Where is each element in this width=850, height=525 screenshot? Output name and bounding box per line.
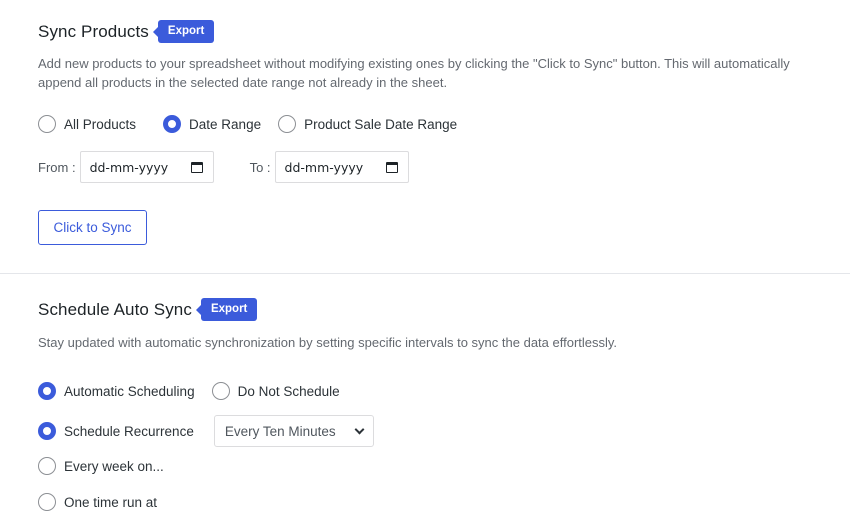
radio-button[interactable] <box>38 493 56 511</box>
radio-button[interactable] <box>38 457 56 475</box>
radio-automatic-scheduling[interactable]: Automatic Scheduling <box>38 382 195 400</box>
radio-product-sale-date-range[interactable]: Product Sale Date Range <box>278 115 457 133</box>
radio-label: One time run at <box>64 494 158 510</box>
every-week-row: Every week on... <box>38 457 181 475</box>
schedule-auto-sync-section: Schedule Auto Sync Export Stay updated w… <box>0 274 850 525</box>
date-placeholder: dd-mm-yyyy <box>284 159 364 175</box>
radio-label: Date Range <box>189 116 262 132</box>
to-label: To : <box>249 159 271 175</box>
date-range-row: From : dd-mm-yyyy To : dd-mm-yyyy <box>38 151 409 183</box>
product-scope-radio-group: All Products Date Range Product Sale Dat… <box>38 115 474 133</box>
chevron-down-icon <box>354 424 365 434</box>
radio-label: Do Not Schedule <box>237 383 340 399</box>
radio-one-time-run-at[interactable]: One time run at <box>38 493 157 511</box>
recurrence-select-value: Every Ten Minutes <box>224 423 336 439</box>
schedule-mode-radio-group: Automatic Scheduling Do Not Schedule <box>38 382 357 400</box>
radio-button[interactable] <box>211 382 230 400</box>
sync-products-header: Sync Products Export <box>38 20 215 43</box>
from-date-input[interactable]: dd-mm-yyyy <box>79 151 214 183</box>
radio-label: Schedule Recurrence <box>64 423 194 439</box>
schedule-recurrence-row: Schedule Recurrence Every Ten Minutes <box>38 415 374 447</box>
to-date-group: To : dd-mm-yyyy <box>250 151 409 183</box>
radio-label: Automatic Scheduling <box>64 383 195 399</box>
section-title: Sync Products <box>38 21 149 41</box>
schedule-auto-sync-header: Schedule Auto Sync Export <box>38 298 258 321</box>
to-date-input[interactable]: dd-mm-yyyy <box>274 151 409 183</box>
radio-do-not-schedule[interactable]: Do Not Schedule <box>211 382 340 400</box>
radio-label: All Products <box>64 116 137 132</box>
radio-label: Product Sale Date Range <box>304 116 458 132</box>
radio-label: Every week on... <box>64 458 164 474</box>
sync-products-section: Sync Products Export Add new products to… <box>0 0 850 273</box>
radio-date-range[interactable]: Date Range <box>163 115 261 133</box>
radio-all-products[interactable]: All Products <box>38 115 136 133</box>
from-label: From : <box>38 159 76 175</box>
date-placeholder: dd-mm-yyyy <box>89 159 169 175</box>
export-badge: Export <box>152 20 215 43</box>
radio-button[interactable] <box>38 422 56 440</box>
radio-button[interactable] <box>278 115 297 133</box>
section-description: Stay updated with automatic synchronizat… <box>38 335 618 350</box>
calendar-icon[interactable] <box>385 161 398 173</box>
radio-schedule-recurrence[interactable]: Schedule Recurrence <box>38 422 194 440</box>
radio-every-week-on[interactable]: Every week on... <box>38 457 164 475</box>
recurrence-select[interactable]: Every Ten Minutes <box>213 415 374 447</box>
radio-button[interactable] <box>38 115 56 133</box>
click-to-sync-button[interactable]: Click to Sync <box>38 210 147 245</box>
export-badge: Export <box>195 298 258 321</box>
radio-button[interactable] <box>163 115 182 133</box>
one-time-run-row: One time run at <box>38 493 174 511</box>
radio-button[interactable] <box>38 382 56 400</box>
section-title: Schedule Auto Sync <box>38 299 192 319</box>
section-description: Add new products to your spreadsheet wit… <box>38 56 790 90</box>
calendar-icon[interactable] <box>190 161 203 173</box>
